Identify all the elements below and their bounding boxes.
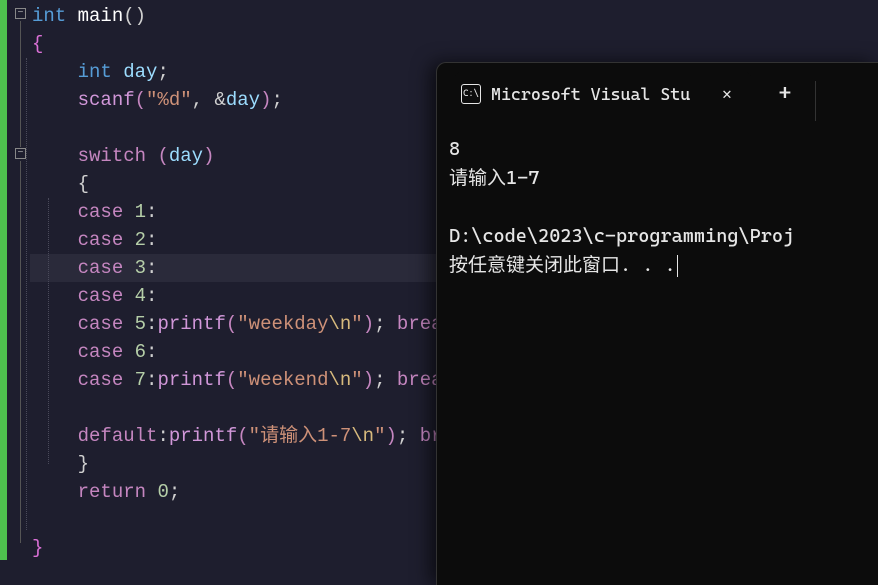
close-tab-button[interactable]: ✕ [713, 80, 741, 108]
terminal-output[interactable]: 8 请输入1-7 D:\code\2023\c-programming\Proj… [437, 125, 878, 585]
terminal-window: C:\ Microsoft Visual Studio 调试控 ✕ + 8 请输… [436, 62, 878, 585]
fold-rail: − − [14, 0, 30, 585]
terminal-cursor [677, 255, 678, 277]
terminal-tab[interactable]: C:\ Microsoft Visual Studio 调试控 ✕ [455, 72, 751, 116]
fold-toggle[interactable]: − [15, 8, 26, 19]
terminal-tab-title: Microsoft Visual Studio 调试控 [491, 80, 691, 108]
fold-guide-line [20, 21, 21, 147]
fold-toggle[interactable]: − [15, 148, 26, 159]
terminal-titlebar[interactable]: C:\ Microsoft Visual Studio 调试控 ✕ + [437, 63, 878, 125]
git-change-bar [0, 0, 7, 560]
cmd-icon: C:\ [461, 84, 481, 104]
code-line[interactable]: int main() [30, 2, 878, 30]
indent-guide [26, 58, 27, 530]
new-tab-button[interactable]: + [767, 76, 803, 112]
fold-guide-line [20, 161, 21, 543]
change-gutter [0, 0, 14, 585]
code-line[interactable]: { [30, 30, 878, 58]
indent-guide [48, 198, 49, 464]
titlebar-divider [815, 81, 816, 121]
